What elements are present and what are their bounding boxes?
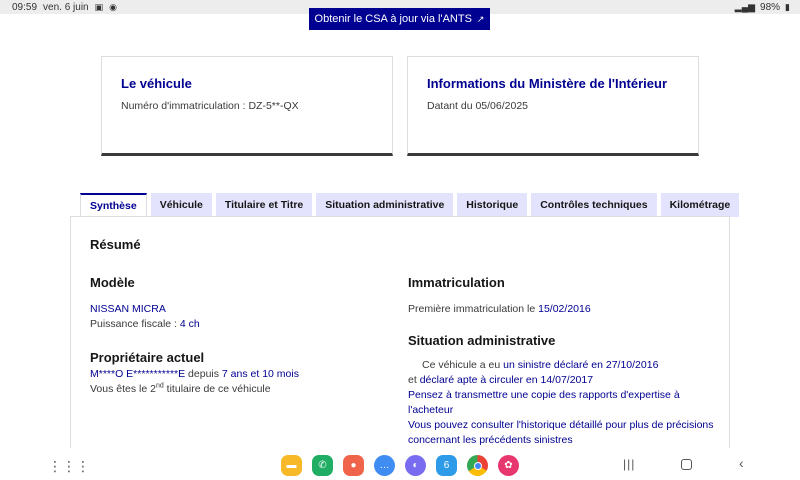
phone-icon[interactable]: ✆	[312, 455, 333, 476]
app-drawer-icon[interactable]: ⋮⋮⋮	[48, 458, 90, 475]
situation-line1-prefix: Ce véhicule a eu	[422, 359, 504, 371]
owner-since-prefix: depuis	[185, 368, 222, 380]
messages-icon[interactable]: …	[374, 455, 395, 476]
owner-since-value: 7 ans et 10 mois	[221, 368, 299, 380]
summary-title: Résumé	[90, 237, 141, 252]
owner-name: M****O E***********E	[90, 368, 186, 380]
dock-apps: ▬ ✆ ● … ◐ 6 ✿	[281, 455, 519, 476]
network-signal-icon: ▂▄▆	[734, 2, 756, 12]
vehicle-card: Le véhicule Numéro d'immatriculation : D…	[101, 56, 393, 156]
apte-link[interactable]: déclaré apte à circuler en 14/07/2017	[420, 374, 593, 386]
summary-right-column: Immatriculation Première immatriculation…	[408, 275, 718, 448]
calendar-icon[interactable]: 6	[436, 455, 457, 476]
internet-icon[interactable]: ◐	[405, 455, 426, 476]
owner-rank-suffix: titulaire de ce véhicule	[163, 383, 271, 395]
fiscal-power: Puissance fiscale : 4 ch	[90, 317, 390, 332]
ministry-card: Informations du Ministère de l'Intérieur…	[407, 56, 699, 156]
tab-controles-techniques[interactable]: Contrôles techniques	[531, 193, 657, 217]
summary-left-column: Modèle NISSAN MICRA Puissance fiscale : …	[90, 275, 390, 397]
situation-expertise-note: Pensez à transmettre une copie des rappo…	[408, 389, 680, 416]
ministry-date: Datant du 05/06/2025	[427, 100, 529, 112]
gallery-icon[interactable]: ✿	[498, 455, 519, 476]
modele-name: NISSAN MICRA	[90, 303, 166, 315]
chrome-icon[interactable]	[467, 455, 488, 476]
battery-icon: ▮	[785, 2, 790, 12]
status-date: ven. 6 juin	[43, 1, 89, 13]
recents-icon[interactable]: |||	[623, 457, 635, 471]
fiscal-power-value: 4 ch	[179, 318, 200, 330]
android-nav-bar: ⋮⋮⋮ ▬ ✆ ● … ◐ 6 ✿ ||| ‹	[0, 448, 800, 480]
sync-notification-icon: ◉	[109, 2, 117, 12]
situation-history-note[interactable]: Vous pouvez consulter l'historique détai…	[408, 418, 718, 448]
immatriculation-title: Immatriculation	[408, 275, 505, 290]
folder-icon[interactable]: ▬	[281, 455, 302, 476]
modele-title: Modèle	[90, 275, 135, 290]
owner-rank: Vous êtes le 2nd titulaire de ce véhicul…	[90, 382, 390, 397]
owner-line: M****O E***********E depuis 7 ans et 10 …	[90, 367, 390, 382]
gallery-notification-icon: ▣	[94, 2, 104, 12]
owner-rank-sup: nd	[155, 382, 164, 390]
first-registration: Première immatriculation le 15/02/2016	[408, 302, 718, 317]
owner-title: Propriétaire actuel	[90, 350, 205, 365]
ministry-card-title: Informations du Ministère de l'Intérieur	[427, 76, 668, 91]
battery-level: 98%	[760, 1, 781, 13]
sinistre-link[interactable]: un sinistre déclaré en 27/10/2016	[503, 359, 658, 371]
tab-bar: Synthèse Véhicule Titulaire et Titre Sit…	[80, 193, 743, 217]
home-icon[interactable]	[681, 459, 692, 470]
first-registration-date: 15/02/2016	[538, 303, 591, 315]
situation-line1: Ce véhicule a eu un sinistre déclaré en …	[408, 358, 718, 373]
tab-situation-administrative[interactable]: Situation administrative	[316, 193, 454, 217]
tab-synthese[interactable]: Synthèse	[80, 193, 147, 217]
owner-rank-prefix: Vous êtes le 2	[90, 383, 156, 395]
situation-line2: et déclaré apte à circuler en 14/07/2017	[408, 373, 718, 388]
csa-ants-button-label: Obtenir le CSA à jour via l'ANTS	[314, 13, 472, 25]
external-link-icon: ↗	[476, 13, 485, 24]
vehicle-card-title: Le véhicule	[121, 76, 192, 91]
back-icon[interactable]: ‹	[739, 455, 744, 471]
first-registration-label: Première immatriculation le	[408, 303, 539, 315]
status-time: 09:59	[12, 1, 38, 13]
situation-title: Situation administrative	[408, 333, 556, 348]
tab-titulaire[interactable]: Titulaire et Titre	[215, 193, 313, 217]
vehicle-plate: Numéro d'immatriculation : DZ-5**-QX	[121, 100, 299, 112]
tab-historique[interactable]: Historique	[457, 193, 528, 217]
situation-line2-prefix: et	[408, 374, 420, 386]
tab-kilometrage[interactable]: Kilométrage	[660, 193, 740, 217]
tab-vehicule[interactable]: Véhicule	[150, 193, 212, 217]
csa-ants-button[interactable]: Obtenir le CSA à jour via l'ANTS ↗	[309, 8, 490, 30]
contacts-icon[interactable]: ●	[343, 455, 364, 476]
synthese-panel: Résumé Modèle NISSAN MICRA Puissance fis…	[70, 216, 730, 461]
fiscal-power-label: Puissance fiscale :	[90, 318, 180, 330]
